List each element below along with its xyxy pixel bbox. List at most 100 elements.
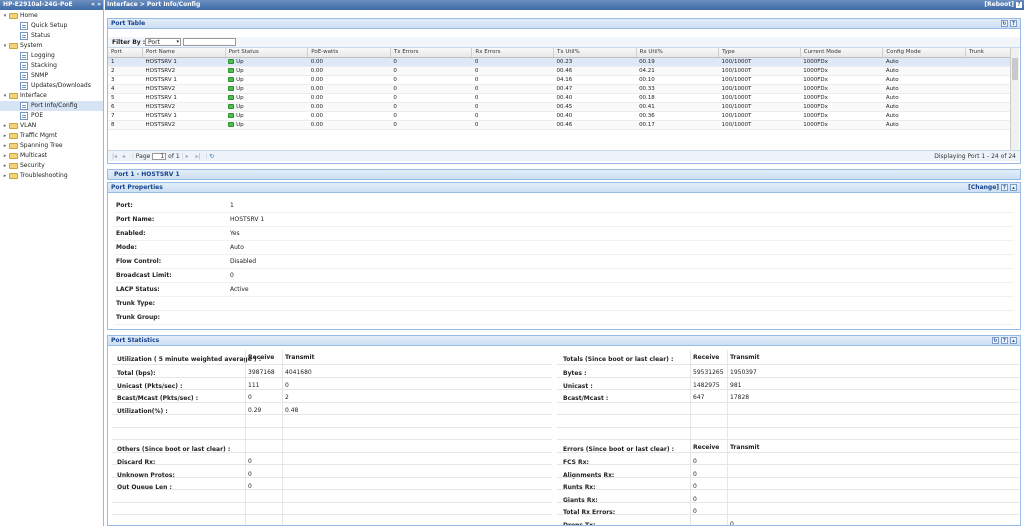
stat-label: Bytes : [563, 370, 587, 377]
expand-arrow-icon[interactable]: ▾ [2, 91, 8, 101]
table-cell: Auto [882, 111, 966, 121]
cell-value: 0 [474, 76, 479, 83]
nav-item-port-info-config[interactable]: Port Info/Config [0, 101, 103, 111]
nav-item-traffic-mgmt[interactable]: ▸ Traffic Mgmt [0, 131, 103, 141]
cell-value: 0 [393, 67, 397, 74]
column-header[interactable]: Type [718, 48, 801, 58]
cell-value: Auto [885, 112, 899, 119]
grid-scrollbar[interactable] [1010, 48, 1019, 150]
last-page-icon[interactable]: ▸| [195, 151, 203, 162]
column-header[interactable]: Tx Util% [553, 48, 637, 58]
table-row[interactable]: 5 HOSTSRV 1 Up 0.00 0 0 00.40 00.18 100/1000T 100… [108, 93, 1011, 103]
column-header[interactable]: Tx Errors [390, 48, 473, 58]
table-cell: 1000FDx [800, 120, 883, 130]
nav-item-troubleshooting[interactable]: ▸ Troubleshooting [0, 171, 103, 181]
collapse-arrow-icon[interactable]: ▸ [2, 131, 8, 141]
collapse-arrows-icon[interactable]: « » [91, 0, 101, 10]
nav-item-logging[interactable]: Logging [0, 51, 103, 61]
nav-item-quick-setup[interactable]: Quick Setup [0, 21, 103, 31]
nav-item-poe[interactable]: POE [0, 111, 103, 121]
nav-item-label: Quick Setup [31, 22, 68, 29]
collapse-icon[interactable]: ▴ [1010, 184, 1017, 191]
refresh-icon[interactable]: ↻ [209, 151, 217, 162]
table-cell: 00.40 [553, 111, 637, 121]
cell-value: 1000FDx [803, 94, 828, 101]
nav-item-security[interactable]: ▸ Security [0, 161, 103, 171]
nav-item-system[interactable]: ▾ System [0, 41, 103, 51]
column-header[interactable]: Port [108, 48, 143, 58]
cell-value: 0 [474, 58, 479, 65]
help-icon[interactable]: ? [1001, 337, 1008, 344]
property-value: 0 [230, 272, 234, 279]
scroll-thumb[interactable] [1012, 58, 1018, 80]
table-row[interactable]: 4 HOSTSRV2 Up 0.00 0 0 00.47 00.33 100/1000T 1000… [108, 84, 1011, 94]
nav-item-home[interactable]: ▾ Home [0, 11, 103, 21]
nav-item-updates-downloads[interactable]: Updates/Downloads [0, 81, 103, 91]
refresh-icon[interactable]: ↻ [1001, 20, 1008, 27]
pager-bar: |◂ ◂ | Page 1 of 1 | ▸ ▸| | ↻ Displaying… [108, 150, 1020, 161]
column-header[interactable]: Rx Util% [636, 48, 720, 58]
prev-page-icon[interactable]: ◂ [122, 151, 130, 162]
collapse-arrow-icon[interactable]: ▸ [2, 161, 8, 171]
page-input[interactable]: 1 [152, 153, 167, 160]
next-page-icon[interactable]: ▸ [186, 151, 194, 162]
help-icon[interactable]: ? [1001, 184, 1008, 191]
properties-list: Port: 1 Port Name: HOSTSRV 1 Enabled: Yes Mode… [108, 193, 1020, 325]
table-row[interactable]: 2 HOSTSRV2 Up 0.00 0 0 00.46 04.21 100/1000T 1000… [108, 66, 1011, 76]
nav-item-spanning-tree[interactable]: ▸ Spanning Tree [0, 141, 103, 151]
nav-item-interface[interactable]: ▾ Interface [0, 91, 103, 101]
table-row[interactable]: 3 HOSTSRV 1 Up 0.00 0 0 04.16 00.10 100/1000T 100… [108, 75, 1011, 85]
column-header[interactable]: Config Mode [882, 48, 966, 58]
property-label: LACP Status: [116, 286, 160, 293]
divider [112, 452, 552, 453]
column-header[interactable]: PoE-watts [307, 48, 391, 58]
transmit-header: Transmit [730, 444, 760, 451]
table-cell [965, 111, 1011, 121]
table-cell [965, 57, 1011, 67]
table-row[interactable]: 6 HOSTSRV2 Up 0.00 0 0 00.45 00.41 100/1000T 1000… [108, 102, 1011, 112]
filter-input[interactable] [183, 38, 236, 46]
expand-arrow-icon[interactable]: ▾ [2, 11, 8, 21]
cell-value: 0.00 [310, 112, 323, 119]
cell-value: 7 [111, 112, 115, 119]
help-icon[interactable]: ? [1016, 2, 1022, 8]
page-icon [20, 22, 28, 30]
cell-value: 1000FDx [803, 85, 828, 92]
column-header[interactable]: Trunk [965, 48, 1012, 58]
collapse-arrow-icon[interactable]: ▸ [2, 141, 8, 151]
table-row[interactable]: 1 HOSTSRV 1 Up 0.00 0 0 00.23 00.19 100/1000T 100… [108, 57, 1011, 67]
property-label: Port Name: [116, 216, 155, 223]
reboot-link[interactable]: [Reboot] [984, 1, 1014, 8]
column-header[interactable]: Current Mode [800, 48, 884, 58]
collapse-icon[interactable]: ▴ [1010, 337, 1017, 344]
table-cell: HOSTSRV 1 [142, 57, 226, 67]
nav-item-snmp[interactable]: SNMP [0, 71, 103, 81]
table-cell: 1000FDx [800, 93, 883, 103]
table-row[interactable]: 7 HOSTSRV 1 Up 0.00 0 0 00.40 00.36 100/1000T 100… [108, 111, 1011, 121]
refresh-icon[interactable]: ↻ [992, 337, 999, 344]
expand-arrow-icon[interactable]: ▾ [2, 41, 8, 51]
cell-value: HOSTSRV2 [145, 85, 176, 92]
help-icon[interactable]: ? [1010, 20, 1017, 27]
table-cell: 0.00 [307, 93, 391, 103]
column-header[interactable]: Port Status [225, 48, 309, 58]
nav-item-status[interactable]: Status [0, 31, 103, 41]
column-header[interactable]: Port Name [142, 48, 226, 58]
table-row[interactable]: 8 HOSTSRV2 Up 0.00 0 0 00.46 00.17 100/1000T 1000… [108, 120, 1011, 130]
property-value: Yes [230, 230, 240, 237]
cell-value: 0.00 [310, 76, 323, 83]
column-header[interactable]: Rx Errors [471, 48, 554, 58]
collapse-arrow-icon[interactable]: ▸ [2, 151, 8, 161]
table-cell: 0 [471, 120, 554, 130]
port-statistics-header: Port Statistics ↻ ? ▴ [108, 336, 1020, 346]
first-page-icon[interactable]: |◂ [112, 151, 120, 162]
nav-item-stacking[interactable]: Stacking [0, 61, 103, 71]
breadcrumb: Interface > Port Info/Config [107, 1, 201, 8]
change-link[interactable]: [Change] [968, 184, 999, 191]
filter-select[interactable]: Port ▾ [145, 38, 181, 46]
main-content: Interface > Port Info/Config [Reboot] ? … [105, 0, 1024, 526]
collapse-arrow-icon[interactable]: ▸ [2, 121, 8, 131]
nav-item-multicast[interactable]: ▸ Multicast [0, 151, 103, 161]
nav-item-vlan[interactable]: ▸ VLAN [0, 121, 103, 131]
collapse-arrow-icon[interactable]: ▸ [2, 171, 8, 181]
